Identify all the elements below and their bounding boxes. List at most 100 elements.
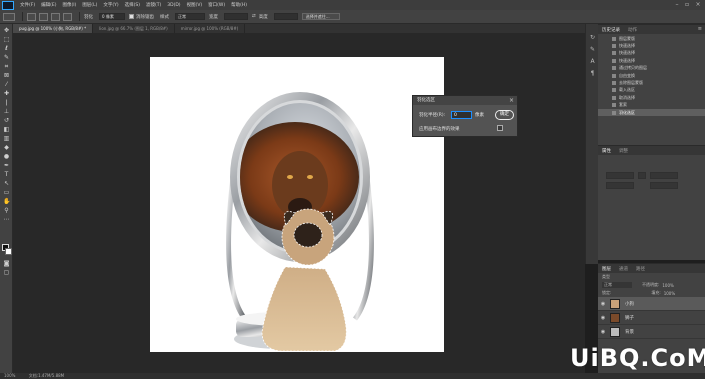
layer-row-lion[interactable]: ◉ 狮子 bbox=[598, 311, 705, 325]
swap-icon[interactable]: ⇄ bbox=[252, 14, 256, 19]
visibility-eye-icon[interactable]: ◉ bbox=[598, 329, 608, 335]
menu-type[interactable]: 文字(Y) bbox=[103, 2, 118, 8]
feather-radius-input[interactable]: 0 bbox=[451, 111, 472, 119]
marquee-tool-icon[interactable]: ⬚ bbox=[3, 36, 10, 43]
dodge-tool-icon[interactable]: ● bbox=[3, 153, 10, 160]
zoom-tool-icon[interactable]: ⚲ bbox=[3, 207, 10, 214]
tab-history[interactable]: 历史记录 bbox=[598, 27, 624, 33]
gradient-tool-icon[interactable]: ▥ bbox=[3, 135, 10, 142]
tab-actions[interactable]: 动作 bbox=[624, 27, 641, 33]
maximize-icon[interactable]: ▫ bbox=[682, 1, 692, 9]
quick-mask-icon[interactable]: ◙ bbox=[3, 260, 10, 267]
history-panel-icon[interactable]: ↻ bbox=[589, 34, 596, 41]
brush-tool-icon[interactable]: ǀ bbox=[3, 99, 10, 106]
menu-help[interactable]: 帮助(H) bbox=[231, 2, 247, 8]
crop-tool-icon[interactable]: ⌗ bbox=[3, 63, 10, 70]
lasso-tool-preset-icon[interactable] bbox=[3, 12, 15, 21]
opacity-value[interactable]: 100% bbox=[662, 283, 673, 288]
style-select[interactable]: 正常 bbox=[175, 13, 205, 20]
menu-file[interactable]: 文件(F) bbox=[20, 2, 35, 8]
history-item[interactable]: 取消选择 bbox=[598, 94, 705, 101]
tab-document-2[interactable]: lion.jpg @ 66.7% (图层 1, RGB/8#) bbox=[93, 24, 175, 33]
ok-button[interactable]: 确定 bbox=[495, 110, 514, 120]
minimize-icon[interactable]: – bbox=[672, 1, 682, 9]
panel-menu-icon[interactable]: ≡ bbox=[698, 26, 702, 32]
type-tool-icon[interactable]: T bbox=[3, 171, 10, 178]
history-brush-icon[interactable]: ↺ bbox=[3, 117, 10, 124]
history-step-icon bbox=[612, 58, 616, 63]
tab-properties[interactable]: 属性 bbox=[598, 148, 615, 154]
menu-window[interactable]: 窗口(W) bbox=[208, 2, 225, 8]
history-item-active[interactable]: 羽化选区 bbox=[598, 108, 705, 117]
more-tools-icon[interactable]: ⋯ bbox=[3, 216, 10, 223]
select-and-mask-button[interactable]: 选择并遮住... bbox=[301, 13, 340, 20]
menu-select[interactable]: 选择(S) bbox=[125, 2, 140, 8]
tab-layers[interactable]: 图层 bbox=[598, 266, 615, 272]
blur-tool-icon[interactable]: ◆ bbox=[3, 144, 10, 151]
visibility-eye-icon[interactable]: ◉ bbox=[598, 301, 608, 307]
history-item[interactable]: 套索 bbox=[598, 102, 705, 109]
menu-edit[interactable]: 编辑(E) bbox=[41, 2, 56, 8]
document-canvas[interactable] bbox=[150, 57, 444, 352]
clone-stamp-icon[interactable]: ⊥ bbox=[3, 108, 10, 115]
history-item-label: 通过拷贝的图层 bbox=[619, 65, 647, 71]
eraser-tool-icon[interactable]: ◧ bbox=[3, 126, 10, 133]
fill-value[interactable]: 100% bbox=[664, 291, 675, 296]
close-window-icon[interactable]: × bbox=[693, 1, 703, 9]
history-item[interactable]: 去除图层蒙版 bbox=[598, 79, 705, 86]
feather-input[interactable]: 0 像素 bbox=[99, 13, 125, 20]
add-to-selection-icon[interactable] bbox=[39, 12, 48, 21]
rectangle-tool-icon[interactable]: ▭ bbox=[3, 189, 10, 196]
history-item-label: 图层蒙版 bbox=[619, 35, 635, 41]
move-tool-icon[interactable]: ✥ bbox=[3, 27, 10, 34]
subtract-selection-icon[interactable] bbox=[51, 12, 60, 21]
menu-view[interactable]: 视图(V) bbox=[187, 2, 203, 8]
menu-image[interactable]: 图像(I) bbox=[62, 2, 76, 8]
history-item[interactable]: 快速选择 bbox=[598, 50, 705, 57]
blend-mode-select[interactable]: 正常 bbox=[602, 282, 632, 288]
height-input[interactable] bbox=[273, 13, 298, 20]
eyedropper-tool-icon[interactable]: ⁄ bbox=[3, 81, 10, 88]
tab-adjustments[interactable]: 调整 bbox=[615, 148, 632, 154]
history-item[interactable]: 载入选区 bbox=[598, 87, 705, 94]
lasso-tool-icon[interactable]: ℓ bbox=[3, 45, 10, 52]
character-panel-icon[interactable]: A bbox=[589, 58, 596, 65]
frame-tool-icon[interactable]: ⊠ bbox=[3, 72, 10, 79]
history-item[interactable]: 自由变换 bbox=[598, 72, 705, 79]
layer-row-pug[interactable]: ◉ 小狗 bbox=[598, 297, 705, 311]
history-item[interactable]: 图层蒙版 bbox=[598, 35, 705, 42]
intersect-selection-icon[interactable] bbox=[63, 12, 72, 21]
pen-tool-icon[interactable]: ✒ bbox=[3, 162, 10, 169]
healing-brush-icon[interactable]: ✚ bbox=[3, 90, 10, 97]
layer-kind-label[interactable]: 类型 bbox=[602, 274, 610, 280]
visibility-eye-icon[interactable]: ◉ bbox=[598, 315, 608, 321]
history-item[interactable]: 通过拷贝的图层 bbox=[598, 65, 705, 72]
tab-document-1[interactable]: pug.jpg @ 100% (小狗, RGB/8#) * bbox=[13, 24, 94, 33]
history-step-icon bbox=[612, 73, 616, 78]
close-icon[interactable]: × bbox=[509, 97, 514, 104]
new-selection-icon[interactable] bbox=[27, 12, 36, 21]
zoom-level[interactable]: 100% bbox=[4, 373, 15, 378]
tab-document-3[interactable]: mirror.jpg @ 100% (RGB/8#) bbox=[175, 24, 246, 33]
history-item[interactable]: 快速选择 bbox=[598, 57, 705, 64]
paragraph-panel-icon[interactable]: ¶ bbox=[589, 70, 596, 77]
background-color-swatch[interactable] bbox=[5, 248, 12, 255]
hand-tool-icon[interactable]: ✋ bbox=[3, 198, 10, 205]
path-select-icon[interactable]: ↖ bbox=[3, 180, 10, 187]
brush-settings-icon[interactable]: ✎ bbox=[589, 46, 596, 53]
history-item[interactable]: 快速选择 bbox=[598, 42, 705, 49]
canvas-bounds-checkbox[interactable] bbox=[497, 125, 503, 131]
tab-channels[interactable]: 通道 bbox=[615, 266, 632, 272]
menu-layer[interactable]: 图层(L) bbox=[82, 2, 97, 8]
feather-radius-label: 羽化半径(R): bbox=[419, 113, 446, 118]
opacity-label: 不透明度: bbox=[642, 282, 660, 287]
screen-mode-icon[interactable]: ▢ bbox=[3, 269, 10, 276]
tab-paths[interactable]: 路径 bbox=[632, 266, 649, 272]
width-input[interactable] bbox=[224, 13, 248, 20]
antialias-checkbox[interactable] bbox=[129, 14, 134, 19]
menu-3d[interactable]: 3D(D) bbox=[167, 3, 180, 8]
menu-filter[interactable]: 滤镜(T) bbox=[146, 2, 161, 8]
property-field bbox=[650, 172, 678, 179]
layer-row-background[interactable]: ◉ 背景 bbox=[598, 325, 705, 339]
quick-select-tool-icon[interactable]: ✎ bbox=[3, 54, 10, 61]
